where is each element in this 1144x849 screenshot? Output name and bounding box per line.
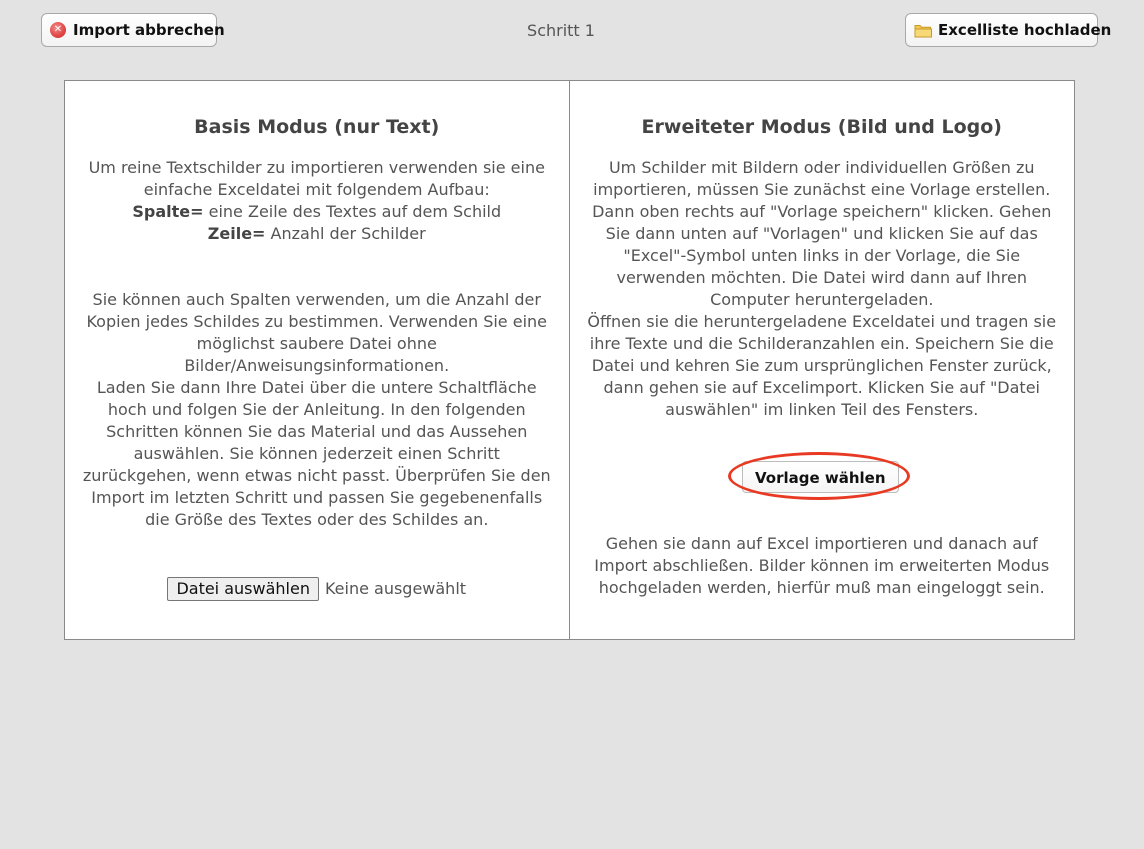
- advanced-mode-open-paragraph: Öffnen sie die heruntergeladene Exceldat…: [587, 312, 1057, 419]
- import-mode-panels: Basis Modus (nur Text) Um reine Textschi…: [64, 80, 1075, 640]
- file-select-button[interactable]: Datei auswählen: [167, 577, 319, 601]
- advanced-mode-finish-paragraph: Gehen sie dann auf Excel importieren und…: [594, 534, 1050, 597]
- file-status: Keine ausgewählt: [324, 579, 467, 598]
- basic-mode-intro: Um reine Textschilder zu importieren ver…: [79, 157, 555, 245]
- basic-mode-intro-text: Um reine Textschilder zu importieren ver…: [88, 158, 545, 199]
- basic-mode-title: Basis Modus (nur Text): [194, 116, 440, 138]
- advanced-mode-title: Erweiteter Modus (Bild und Logo): [641, 116, 1002, 138]
- folder-icon: [914, 24, 932, 37]
- basic-mode-copies-text: Sie können auch Spalten verwenden, um di…: [79, 289, 555, 531]
- basic-mode-panel: Basis Modus (nur Text) Um reine Textschi…: [65, 81, 570, 639]
- advanced-mode-template-paragraph: Um Schilder mit Bildern oder individuell…: [592, 158, 1052, 309]
- advanced-mode-instructions: Um Schilder mit Bildern oder individuell…: [584, 157, 1061, 421]
- basic-mode-instructions-paragraph: Laden Sie dann Ihre Datei über die unter…: [82, 378, 551, 529]
- basic-mode-copies-paragraph: Sie können auch Spalten verwenden, um di…: [86, 290, 547, 375]
- row-description: Anzahl der Schilder: [265, 224, 426, 243]
- choose-template-button[interactable]: Vorlage wählen: [741, 461, 899, 493]
- file-picker: Datei auswählen Keine ausgewählt: [79, 577, 555, 601]
- column-term: Spalte=: [132, 202, 204, 221]
- column-description: eine Zeile des Textes auf dem Schild: [203, 202, 502, 221]
- excel-upload-button[interactable]: Excelliste hochladen: [905, 13, 1111, 47]
- advanced-mode-panel: Erweiteter Modus (Bild und Logo) Um Schi…: [570, 81, 1075, 639]
- excel-upload-label: Excelliste hochladen: [938, 21, 1112, 39]
- row-term: Zeile=: [207, 224, 266, 243]
- choose-template-area: Vorlage wählen: [727, 452, 910, 500]
